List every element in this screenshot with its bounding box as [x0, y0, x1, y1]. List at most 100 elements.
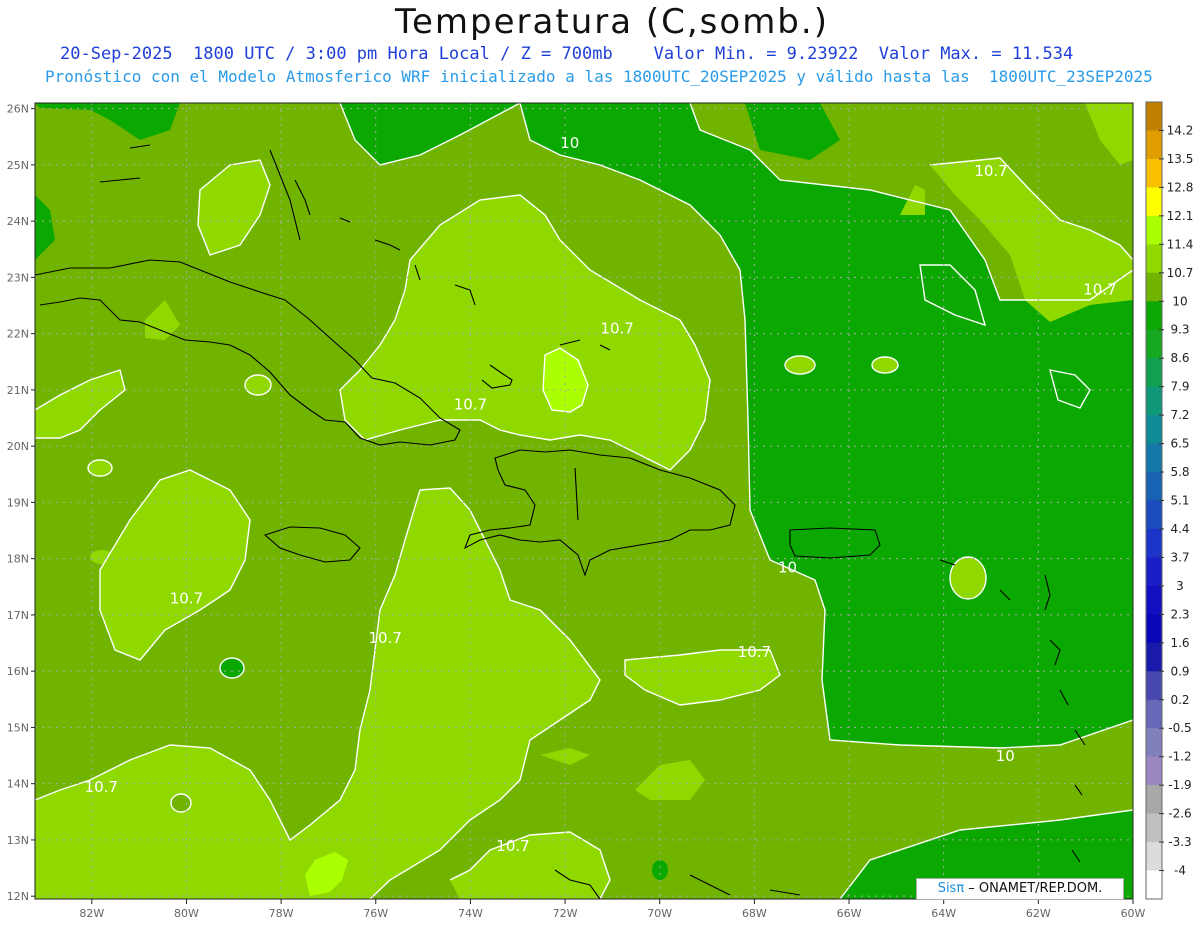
lon-tick-label: 78W	[269, 907, 294, 920]
legend-label: 4.4	[1170, 522, 1189, 536]
legend-label: 5.8	[1170, 465, 1189, 479]
lon-tick-label: 82W	[79, 907, 104, 920]
legend-swatch	[1146, 500, 1162, 530]
lon-tick-label: 74W	[458, 907, 483, 920]
contour-label: 10.7	[454, 396, 487, 414]
legend-swatch	[1146, 614, 1162, 644]
lat-tick-label: 13N	[7, 834, 29, 847]
contour-label: 10.7	[85, 778, 118, 796]
legend-label: 10	[1172, 294, 1187, 308]
lat-tick-label: 22N	[7, 328, 29, 341]
lat-tick-label: 24N	[7, 215, 29, 228]
lat-tick-label: 26N	[7, 103, 29, 116]
contour-label: 10	[996, 747, 1015, 765]
shaded-field	[35, 103, 1133, 899]
legend-swatch	[1146, 386, 1162, 416]
legend-swatch	[1146, 102, 1162, 131]
legend-swatch	[1146, 301, 1162, 331]
legend-label: 5.1	[1170, 494, 1189, 508]
lat-tick-label: 17N	[7, 609, 29, 622]
legend-label: 13.5	[1167, 152, 1194, 166]
legend-label: 6.5	[1170, 437, 1189, 451]
legend-label: 0.9	[1170, 664, 1189, 678]
lon-tick-label: 76W	[363, 907, 388, 920]
contour-label: 10.7	[600, 320, 633, 338]
legend-label: 8.6	[1170, 351, 1189, 365]
legend-swatch	[1146, 215, 1162, 245]
legend-label: 10.7	[1167, 266, 1194, 280]
lon-tick-label: 66W	[837, 907, 862, 920]
legend-swatch	[1146, 557, 1162, 587]
legend-swatch	[1146, 785, 1162, 814]
lat-tick-label: 19N	[7, 496, 29, 509]
legend-label: 3.7	[1170, 550, 1189, 564]
legend-label: -0.5	[1168, 721, 1191, 735]
lat-tick-label: 18N	[7, 553, 29, 566]
legend-label: 12.8	[1167, 180, 1194, 194]
legend-label: 3	[1176, 579, 1184, 593]
legend-swatch	[1146, 158, 1162, 188]
lat-tick-label: 15N	[7, 721, 29, 734]
legend-swatch	[1146, 756, 1162, 786]
legend-swatch	[1146, 585, 1162, 615]
lon-tick-label: 64W	[931, 907, 956, 920]
color-legend: 14.2 13.5 12.8 12.1 11.4 10.7 10 9.3 8.6 7.9 7.2 6.…	[1145, 101, 1194, 900]
legend-swatch	[1146, 728, 1162, 757]
legend-label: 7.9	[1170, 380, 1189, 394]
legend-swatch	[1146, 472, 1162, 501]
lat-tick-label: 23N	[7, 271, 29, 284]
legend-label: -3.3	[1168, 835, 1191, 849]
legend-swatch	[1146, 671, 1162, 701]
lon-tick-label: 80W	[174, 907, 199, 920]
contour-label: 10	[560, 134, 579, 152]
sispi-logo-text: Sisπ	[937, 881, 965, 896]
contour-label: 10.7	[170, 590, 203, 608]
lat-tick-label: 12N	[7, 890, 29, 903]
latitude-axis: 26N 25N 24N 23N 22N 21N 20N 19N 18N 17N 16N 15N 14N 1…	[7, 103, 35, 903]
lon-tick-label: 60W	[1121, 907, 1146, 920]
legend-swatch	[1146, 813, 1162, 843]
legend-label: 1.6	[1170, 636, 1189, 650]
lat-tick-label: 16N	[7, 665, 29, 678]
lat-tick-label: 25N	[7, 159, 29, 172]
legend-label: 0.2	[1170, 693, 1189, 707]
legend-swatch	[1146, 187, 1162, 217]
legend-swatch	[1146, 443, 1162, 473]
credit-text: – ONAMET/REP.DOM.	[964, 881, 1103, 896]
lat-tick-label: 20N	[7, 440, 29, 453]
contour-label: 10.7	[369, 629, 402, 647]
legend-swatch	[1146, 642, 1162, 672]
contour-label: 10	[778, 559, 797, 577]
legend-swatch	[1146, 415, 1162, 444]
credit-box: Sisπ – ONAMET/REP.DOM.	[916, 878, 1124, 900]
legend-swatch	[1146, 244, 1162, 274]
contour-label: 10.7	[738, 643, 771, 661]
legend-swatch	[1146, 870, 1162, 900]
lon-tick-label: 72W	[553, 907, 578, 920]
legend-swatch	[1146, 329, 1162, 359]
lon-tick-label: 62W	[1026, 907, 1051, 920]
contour-label: 10.7	[1083, 280, 1116, 298]
legend-label: 11.4	[1167, 237, 1194, 251]
legend-label: 2.3	[1170, 607, 1189, 621]
legend-label: 14.2	[1167, 123, 1194, 137]
legend-swatch	[1146, 842, 1162, 871]
legend-label: -2.6	[1168, 807, 1191, 821]
legend-swatch	[1146, 130, 1162, 160]
legend-swatch	[1146, 358, 1162, 387]
legend-label: -1.2	[1168, 750, 1191, 764]
contour-label: 10.7	[496, 837, 529, 855]
temperature-map: 10 10.7 10.7 10.7 10.7 10 10.7 10.7 10.7 10 10.7 10…	[7, 101, 1194, 920]
legend-swatch	[1146, 699, 1162, 729]
lat-tick-label: 14N	[7, 778, 29, 791]
legend-label: 7.2	[1170, 408, 1189, 422]
legend-label: -4	[1174, 864, 1186, 878]
contour-label: 10.7	[974, 162, 1007, 180]
lat-tick-label: 21N	[7, 384, 29, 397]
legend-swatch	[1146, 528, 1162, 558]
lon-tick-label: 70W	[647, 907, 672, 920]
legend-label: 9.3	[1170, 323, 1189, 337]
legend-label: -1.9	[1168, 778, 1191, 792]
lon-tick-label: 68W	[742, 907, 767, 920]
legend-swatch	[1146, 272, 1162, 302]
